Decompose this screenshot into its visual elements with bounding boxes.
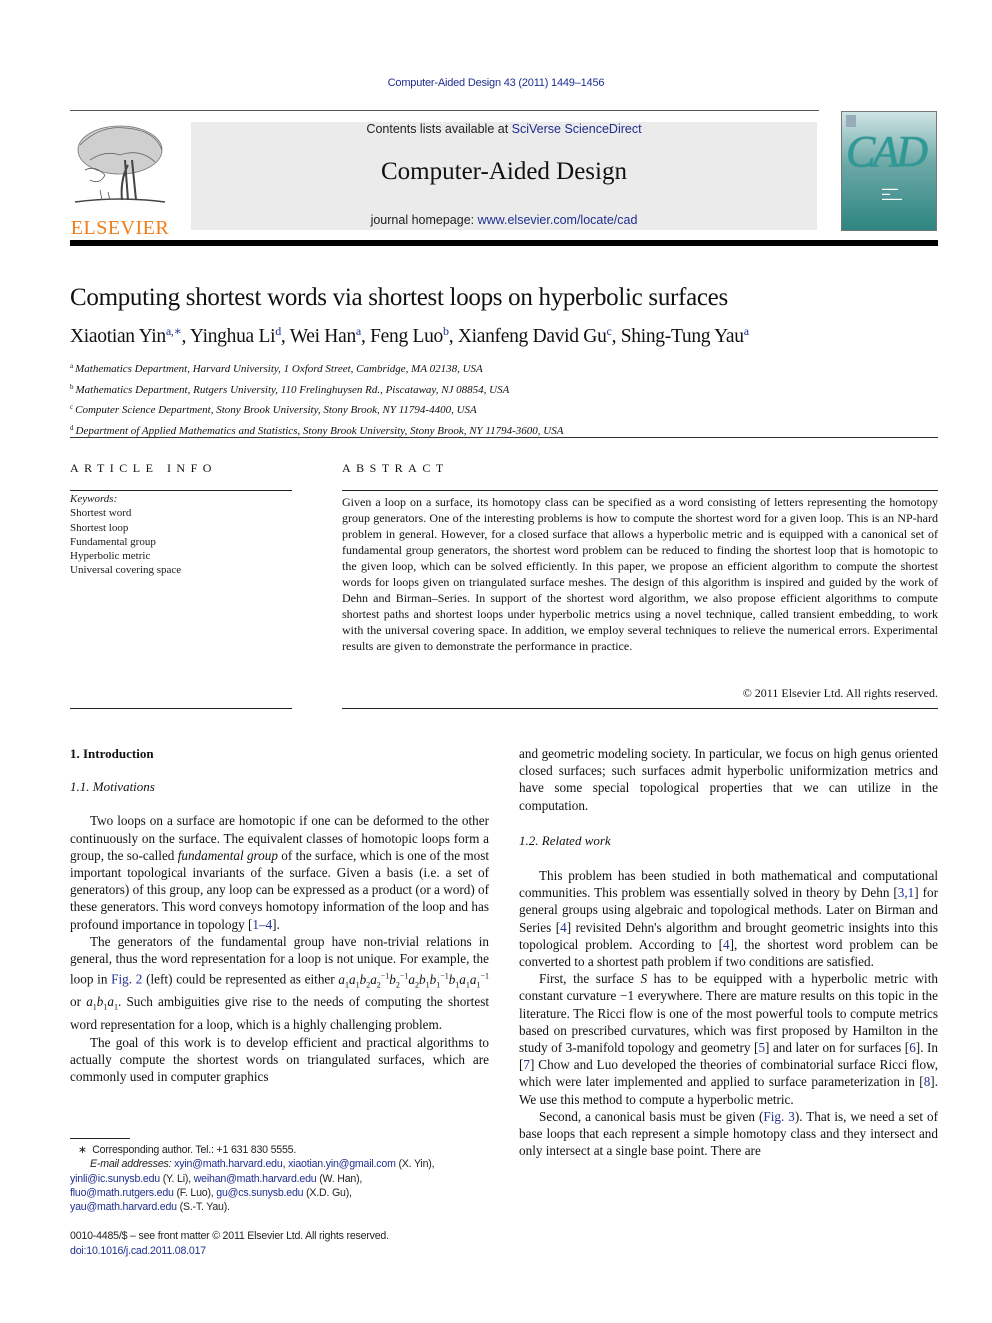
- keyword: Shortest loop: [70, 521, 129, 534]
- citation-link[interactable]: 6: [909, 1040, 916, 1055]
- keyword: Shortest word: [70, 507, 132, 520]
- author-affil-ref[interactable]: a: [744, 324, 749, 338]
- figure-link[interactable]: Fig. 2: [111, 972, 142, 987]
- elsevier-wordmark: ELSEVIER: [70, 217, 170, 239]
- issn-line: 0010-4485/$ – see front matter © 2011 El…: [70, 1230, 389, 1242]
- cover-subtitle: ▬▬▬▬ ▬▬ ▬▬▬▬▬: [882, 186, 902, 201]
- front-matter: 0010-4485/$ – see front matter © 2011 El…: [70, 1229, 389, 1259]
- email-link[interactable]: yau@math.harvard.edu: [70, 1201, 177, 1213]
- paragraph: This problem has been studied in both ma…: [519, 868, 939, 970]
- cover-cad-logo: CAD: [846, 127, 928, 176]
- keyword: Fundamental group: [70, 535, 156, 548]
- paragraph: Two loops on a surface are homotopic if …: [70, 813, 489, 932]
- citation-link[interactable]: 3,1: [898, 885, 914, 900]
- paragraph: The generators of the fundamental group …: [70, 933, 489, 1033]
- contents-prefix: Contents lists available at: [366, 122, 512, 136]
- email-link[interactable]: fluo@math.rutgers.edu: [70, 1187, 174, 1199]
- keyword: Hyperbolic metric: [70, 550, 151, 563]
- keyword: Universal covering space: [70, 564, 182, 577]
- paragraph: The goal of this work is to develop effi…: [70, 1034, 489, 1084]
- paragraph: and geometric modeling society. In parti…: [519, 746, 938, 813]
- word-formula: a1a1b2a2−1b2−1a2b1b1−1b1a1a1−1: [338, 971, 489, 990]
- journal-banner: Contents lists available at SciVerse Sci…: [191, 122, 817, 230]
- footnote: ∗ Corresponding author. Tel.: +1 631 830…: [70, 1143, 500, 1214]
- journal-cover-image[interactable]: CAD ▬▬▬▬ ▬▬ ▬▬▬▬▬: [841, 111, 937, 231]
- abstract-rule: [342, 490, 938, 491]
- author-affil-ref[interactable]: d: [275, 324, 281, 338]
- email-link[interactable]: xyin@math.harvard.edu: [174, 1158, 283, 1170]
- elsevier-tree-icon: [74, 125, 166, 203]
- author[interactable]: Shing-Tung Yaua: [621, 324, 749, 347]
- homepage-line: journal homepage: www.elsevier.com/locat…: [191, 213, 817, 227]
- journal-name: Computer-Aided Design: [381, 158, 627, 185]
- body-left-column: 1. Introduction 1.1. Motivations Two loo…: [70, 745, 489, 1085]
- author-list: Xiaotian Yina,∗, Yinghua Lid, Wei Hana, …: [70, 324, 749, 347]
- header-rule: [70, 110, 819, 111]
- footnote-rule: [70, 1138, 130, 1139]
- author[interactable]: Wei Hana: [290, 324, 362, 347]
- article-info-heading: ARTICLE INFO: [70, 461, 217, 475]
- author-affil-ref[interactable]: b: [443, 324, 449, 338]
- subsection-heading: 1.2. Related work: [519, 832, 611, 848]
- figure-link[interactable]: Fig. 3: [763, 1109, 794, 1124]
- doi-link[interactable]: doi:10.1016/j.cad.2011.08.017: [70, 1245, 206, 1257]
- affiliation: a Mathematics Department, Harvard Univers…: [70, 362, 483, 375]
- affiliation: c Computer Science Department, Stony Broo…: [70, 403, 477, 416]
- asterisk-icon: ∗: [78, 1144, 87, 1156]
- elsevier-logo[interactable]: ELSEVIER: [70, 120, 170, 239]
- short-word-formula: a1b1a1: [86, 994, 118, 1013]
- author-affil-ref[interactable]: a,∗: [166, 324, 182, 338]
- corresponding-author-note: ∗ Corresponding author. Tel.: +1 631 830…: [78, 1144, 297, 1156]
- header-thick-rule: [70, 240, 938, 246]
- author[interactable]: Feng Luob: [370, 324, 449, 347]
- body-right-column: and geometric modeling society. In parti…: [519, 745, 938, 1159]
- subsection-heading: 1.1. Motivations: [70, 779, 155, 795]
- author[interactable]: Xianfeng David Guc: [458, 324, 612, 347]
- abstract-copyright: © 2011 Elsevier Ltd. All rights reserved…: [742, 686, 938, 700]
- citation-link[interactable]: 1–4: [252, 917, 272, 932]
- author[interactable]: Yinghua Lid: [190, 324, 281, 347]
- section-heading: 1. Introduction: [70, 746, 154, 761]
- email-link[interactable]: weihan@math.harvard.edu: [194, 1173, 317, 1185]
- section-divider: [70, 437, 938, 438]
- author[interactable]: Xiaotian Yina,∗: [70, 324, 182, 347]
- citation-link[interactable]: 4: [723, 937, 730, 952]
- sciencedirect-link[interactable]: SciVerse ScienceDirect: [512, 122, 642, 136]
- journal-homepage-link[interactable]: www.elsevier.com/locate/cad: [478, 213, 638, 227]
- email-link[interactable]: gu@cs.sunysb.edu: [216, 1187, 303, 1199]
- affiliation-list: a Mathematics Department, Harvard Univers…: [70, 358, 563, 440]
- citation-link[interactable]: 4: [560, 920, 567, 935]
- email-link[interactable]: yinli@ic.sunysb.edu: [70, 1173, 160, 1185]
- homepage-prefix: journal homepage:: [370, 213, 478, 227]
- affiliation: b Mathematics Department, Rutgers Univers…: [70, 382, 510, 396]
- abstract-heading: ABSTRACT: [342, 461, 449, 475]
- abstract-bottom-rule: [342, 708, 938, 709]
- article-info-rule: [70, 490, 292, 491]
- contents-line: Contents lists available at SciVerse Sci…: [191, 122, 817, 136]
- abstract-text: Given a loop on a surface, its homotopy …: [342, 495, 938, 653]
- paragraph: First, the surface S has to be equipped …: [519, 971, 938, 1107]
- keywords-label: Keywords:: [70, 493, 118, 505]
- author-affil-ref[interactable]: a: [356, 324, 361, 338]
- author-affil-ref[interactable]: c: [607, 324, 612, 338]
- citation-link[interactable]: 7: [523, 1057, 530, 1072]
- journal-citation[interactable]: Computer-Aided Design 43 (2011) 1449–145…: [0, 77, 992, 89]
- email-link[interactable]: xiaotian.yin@gmail.com: [288, 1158, 396, 1170]
- article-info-bottom-rule: [70, 708, 292, 709]
- paragraph: Second, a canonical basis must be given …: [519, 1108, 939, 1159]
- article-title: Computing shortest words via shortest lo…: [70, 284, 728, 311]
- email-list: E-mail addresses: xyin@math.harvard.edu,…: [70, 1158, 435, 1214]
- keywords-block: Keywords: Shortest word Shortest loop Fu…: [70, 492, 181, 578]
